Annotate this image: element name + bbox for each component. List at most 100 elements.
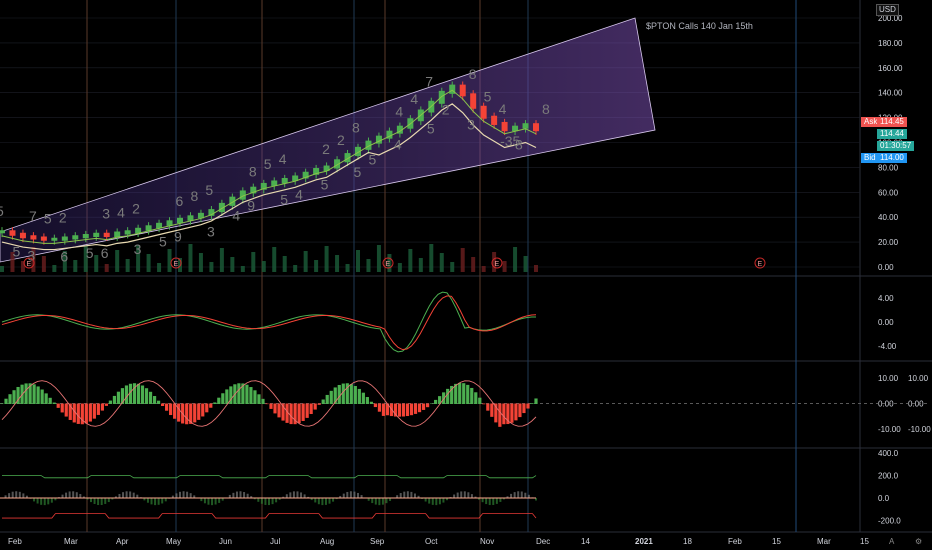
histogram-bar bbox=[185, 403, 189, 425]
osc3-bar bbox=[161, 497, 164, 504]
earnings-marker-label: E bbox=[758, 261, 763, 268]
histogram-bar bbox=[237, 383, 241, 404]
volume-bar bbox=[73, 260, 78, 272]
osc3-bar bbox=[129, 491, 132, 499]
histogram-bar bbox=[152, 396, 157, 404]
osc3-bar bbox=[353, 491, 356, 499]
count-label: 4 bbox=[499, 101, 507, 117]
histogram-bar bbox=[177, 403, 181, 422]
histogram-bar bbox=[209, 403, 213, 408]
histogram-bar bbox=[478, 397, 482, 404]
count-label: 5 bbox=[321, 176, 329, 192]
histogram-bar bbox=[313, 403, 317, 410]
count-label: 7 bbox=[29, 208, 37, 224]
histogram-bar bbox=[458, 382, 462, 404]
earnings-marker-label: E bbox=[27, 261, 32, 268]
osc3-bar bbox=[517, 491, 520, 499]
volume-bar bbox=[376, 245, 381, 272]
osc3-bar bbox=[317, 497, 320, 505]
histogram-bar bbox=[502, 403, 506, 425]
histogram-bar bbox=[309, 403, 313, 415]
osc3-bar bbox=[460, 491, 463, 499]
osc3-bar bbox=[495, 497, 498, 504]
settings-icon[interactable]: ⚙ bbox=[912, 537, 925, 547]
price-tick-label: 20.00 bbox=[878, 238, 899, 247]
osc3-bar bbox=[321, 497, 324, 506]
histogram-bar bbox=[269, 403, 273, 409]
osc2-tick-label: -10.00 bbox=[878, 425, 901, 434]
candle-body bbox=[522, 123, 529, 129]
volume-bar bbox=[439, 253, 444, 272]
time-tick-label: 15 bbox=[860, 537, 869, 546]
histogram-bar bbox=[112, 395, 117, 404]
volume-bar bbox=[125, 259, 130, 272]
histogram-bar bbox=[510, 403, 514, 423]
osc3-bar bbox=[203, 497, 206, 504]
histogram-bar bbox=[265, 403, 269, 405]
histogram-bar bbox=[462, 383, 466, 404]
price-tick-label: 0.00 bbox=[878, 263, 894, 272]
volume-bar bbox=[471, 257, 476, 272]
candle-body bbox=[533, 123, 539, 132]
volume-bar bbox=[188, 244, 193, 272]
osc3-bar bbox=[378, 497, 381, 506]
time-tick-label: Mar bbox=[64, 537, 78, 546]
time-tick-label: 18 bbox=[683, 537, 692, 546]
earnings-marker-label: E bbox=[386, 261, 391, 268]
count-label: 8 bbox=[515, 137, 523, 153]
osc3-bar bbox=[72, 491, 75, 499]
histogram-bar bbox=[76, 403, 80, 424]
histogram-bar bbox=[329, 390, 333, 404]
osc3-bar bbox=[406, 491, 409, 499]
osc3-bar bbox=[154, 497, 157, 506]
count-label: 5 bbox=[44, 211, 52, 227]
count-label: 6 bbox=[60, 249, 68, 265]
osc3-bar bbox=[371, 497, 374, 504]
time-tick-label: Apr bbox=[116, 537, 129, 546]
volume-bar bbox=[94, 255, 99, 272]
osc3-bar bbox=[296, 491, 299, 499]
osc2-outer-tick-label: 10.00 bbox=[908, 374, 929, 383]
histogram-bar bbox=[405, 403, 410, 417]
osc3-bar bbox=[157, 497, 160, 505]
time-tick-label: Oct bbox=[425, 537, 438, 546]
histogram-bar bbox=[522, 403, 526, 414]
histogram-bar bbox=[430, 403, 434, 404]
timezone-badge[interactable]: A bbox=[886, 537, 897, 547]
histogram-bar bbox=[161, 403, 165, 407]
osc3-bar bbox=[292, 491, 295, 499]
candle-body bbox=[9, 230, 16, 236]
histogram-bar bbox=[413, 403, 418, 414]
volume-bar bbox=[41, 256, 46, 272]
osc3-bar bbox=[332, 497, 335, 502]
histogram-bar bbox=[56, 403, 60, 408]
count-label: 4 bbox=[395, 104, 403, 120]
osc3-bar bbox=[438, 497, 441, 505]
osc3-bar bbox=[349, 491, 352, 499]
chart-canvas[interactable]: 5573562536432569835489554425258544457283… bbox=[0, 0, 932, 550]
earnings-marker-label: E bbox=[174, 261, 179, 268]
histogram-bar bbox=[144, 388, 149, 404]
osc3-bar bbox=[499, 497, 502, 502]
osc3-bar bbox=[182, 491, 185, 499]
histogram-bar bbox=[156, 400, 161, 404]
osc3-bar bbox=[90, 497, 92, 503]
osc3-bar bbox=[381, 497, 384, 505]
volume-bar bbox=[408, 249, 413, 272]
candle-body bbox=[40, 236, 47, 241]
price-tick-label: 140.00 bbox=[878, 89, 903, 98]
candle-body bbox=[470, 93, 477, 109]
osc3-bar bbox=[239, 491, 242, 499]
price-tick-label: 80.00 bbox=[878, 163, 899, 172]
osc3-bar bbox=[403, 491, 406, 499]
currency-label[interactable]: USD bbox=[876, 4, 899, 16]
volume-bar bbox=[198, 253, 203, 272]
osc3-bar bbox=[431, 497, 434, 505]
histogram-bar bbox=[104, 403, 108, 406]
count-label: 4 bbox=[279, 151, 287, 167]
osc3-tick-label: 0.0 bbox=[878, 494, 890, 503]
histogram-bar bbox=[96, 403, 100, 415]
histogram-bar bbox=[446, 388, 450, 404]
candle-body bbox=[51, 237, 58, 241]
candle-body bbox=[30, 235, 37, 240]
